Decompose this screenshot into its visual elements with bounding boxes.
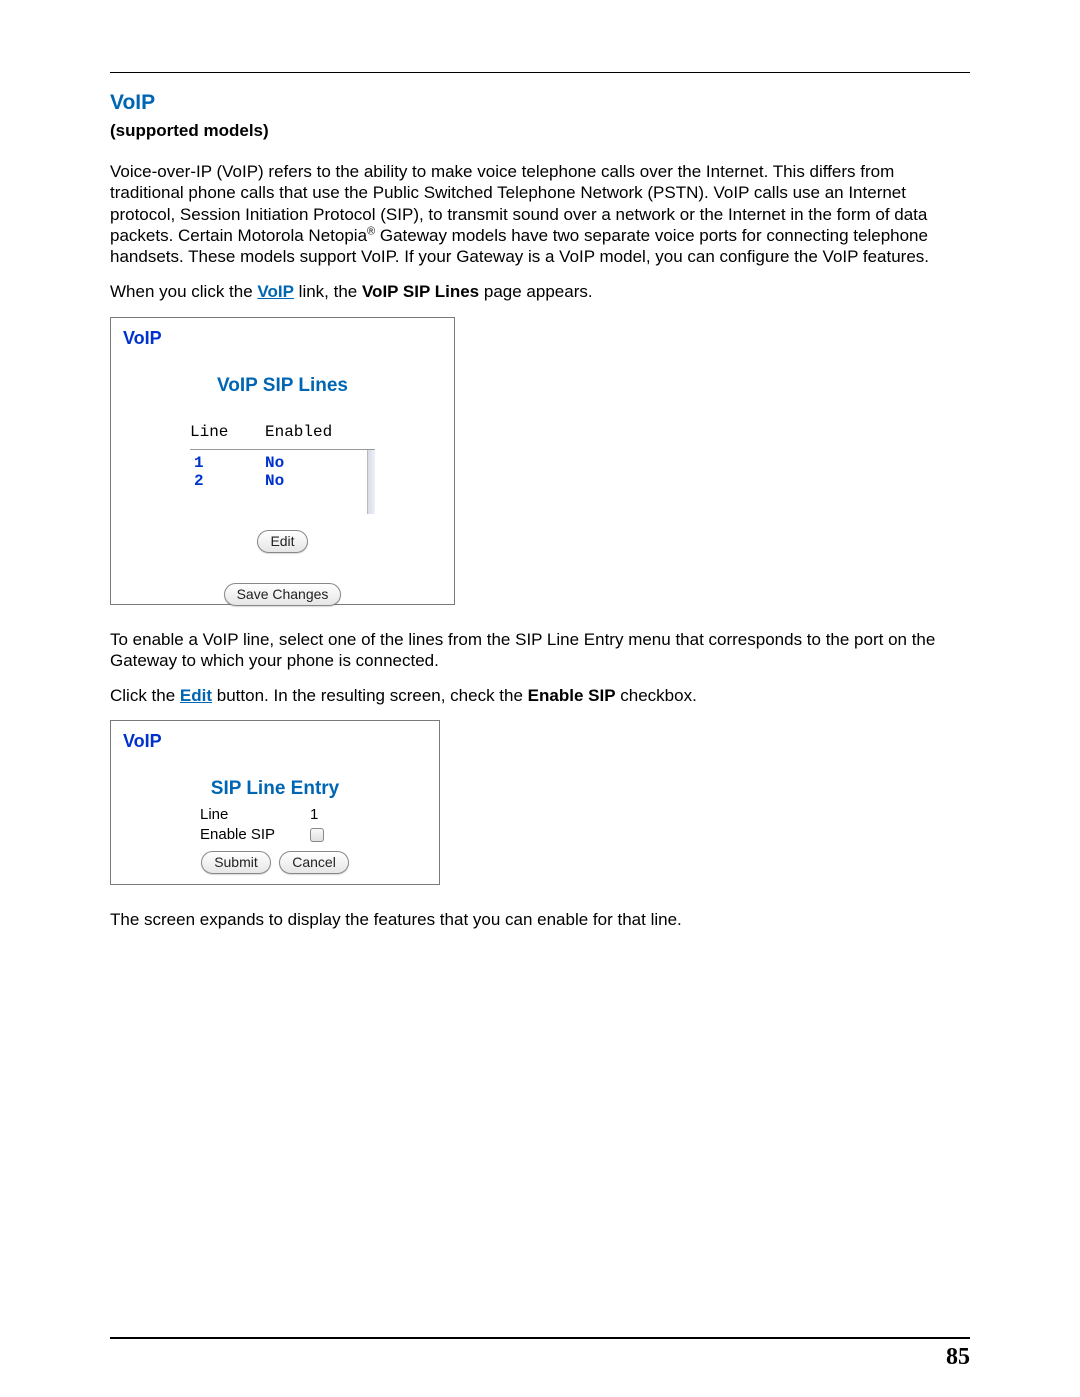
enable-sip-label: Enable SIP: [200, 826, 310, 843]
edit-link[interactable]: Edit: [180, 686, 212, 705]
submit-button[interactable]: Submit: [201, 851, 271, 874]
entry-table: Line 1 Enable SIP: [200, 806, 350, 843]
table-row[interactable]: 1 No: [190, 454, 374, 472]
paragraph-intro: Voice-over-IP (VoIP) refers to the abili…: [110, 161, 970, 267]
para2-mid: link, the: [294, 282, 362, 301]
para2-bold: VoIP SIP Lines: [362, 282, 479, 301]
para4-mid: button. In the resulting screen, check t…: [212, 686, 528, 705]
enable-sip-checkbox[interactable]: [310, 828, 324, 842]
entry-row-enable-sip: Enable SIP: [200, 826, 350, 843]
cell-line-1: 1: [190, 454, 265, 472]
panel2-subtitle: SIP Line Entry: [123, 778, 427, 800]
cancel-button[interactable]: Cancel: [279, 851, 349, 874]
edit-button-row: Edit: [123, 530, 442, 553]
paragraph-click-voip: When you click the VoIP link, the VoIP S…: [110, 281, 970, 302]
scrollbar[interactable]: [367, 450, 375, 514]
header-line: Line: [190, 423, 265, 441]
voip-link[interactable]: VoIP: [257, 282, 294, 301]
sub-heading: (supported models): [110, 121, 970, 141]
entry-row-line: Line 1: [200, 806, 350, 823]
save-changes-button[interactable]: Save Changes: [224, 583, 342, 606]
registered-mark: ®: [367, 225, 375, 237]
para4-post: checkbox.: [616, 686, 697, 705]
lines-table-body: 1 No 2 No: [190, 449, 375, 514]
voip-sip-lines-panel: VoIP VoIP SIP Lines Line Enabled 1 No 2 …: [110, 317, 455, 605]
panel1-subtitle: VoIP SIP Lines: [123, 375, 442, 397]
page-number: 85: [946, 1344, 970, 1371]
line-label: Line: [200, 806, 310, 823]
para2-post: page appears.: [479, 282, 592, 301]
lines-table: Line Enabled 1 No 2 No: [190, 423, 375, 514]
panel1-title: VoIP: [123, 328, 442, 349]
section-heading: VoIP: [110, 91, 970, 115]
para2-pre: When you click the: [110, 282, 257, 301]
top-rule: [110, 72, 970, 73]
save-button-row: Save Changes: [123, 583, 442, 606]
sip-line-entry-panel: VoIP SIP Line Entry Line 1 Enable SIP Su…: [110, 720, 440, 885]
para4-bold: Enable SIP: [528, 686, 616, 705]
cell-line-2: 2: [190, 472, 265, 490]
table-row[interactable]: 2 No: [190, 472, 374, 490]
edit-button[interactable]: Edit: [257, 530, 307, 553]
paragraph-enable-line: To enable a VoIP line, select one of the…: [110, 629, 970, 672]
para4-pre: Click the: [110, 686, 180, 705]
bottom-rule: [110, 1337, 970, 1339]
panel2-title: VoIP: [123, 731, 427, 752]
cell-enabled-2: No: [265, 472, 374, 490]
paragraph-expands: The screen expands to display the featur…: [110, 909, 970, 930]
header-enabled: Enabled: [265, 423, 375, 441]
submit-cancel-row: Submit Cancel: [123, 851, 427, 874]
cell-enabled-1: No: [265, 454, 374, 472]
paragraph-click-edit: Click the Edit button. In the resulting …: [110, 685, 970, 706]
lines-table-header: Line Enabled: [190, 423, 375, 441]
line-value: 1: [310, 806, 350, 823]
enable-sip-value: [310, 826, 350, 843]
